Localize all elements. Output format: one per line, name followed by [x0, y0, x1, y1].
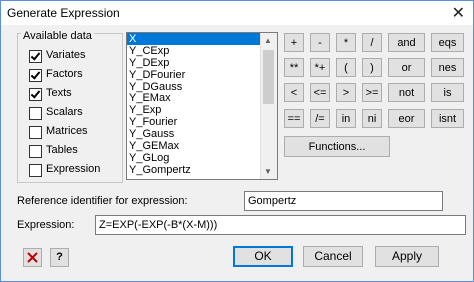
op-less-equal-button[interactable]: <= — [310, 83, 330, 102]
checkbox-label: Tables — [46, 144, 78, 156]
op-divide-button[interactable]: / — [362, 33, 382, 52]
scrollbar-thumb[interactable] — [263, 50, 274, 104]
expression-label: Expression: — [17, 219, 75, 231]
op-isnt-button[interactable]: isnt — [431, 109, 464, 128]
ok-button[interactable]: OK — [233, 246, 293, 267]
op-greater-button[interactable]: > — [336, 83, 356, 102]
reference-label: Reference identifier for expression: — [17, 195, 188, 207]
op-open-paren-button[interactable]: ( — [336, 58, 356, 77]
cancel-button[interactable]: Cancel — [303, 246, 363, 267]
op-multiply-button[interactable]: * — [336, 33, 356, 52]
op-nes-button[interactable]: nes — [431, 58, 464, 77]
scroll-down-icon[interactable]: ▼ — [264, 167, 272, 176]
list-item[interactable]: Y_GEMax — [127, 140, 260, 152]
title-bar: Generate Expression ✕ — [1, 1, 473, 25]
list-item[interactable]: Y_DFourier — [127, 69, 260, 81]
checkbox-label: Variates — [46, 49, 86, 61]
op-equal-button[interactable]: == — [284, 109, 304, 128]
list-item[interactable]: Y_CExp — [127, 45, 260, 57]
scroll-up-icon[interactable]: ▲ — [264, 36, 272, 45]
expression-input[interactable]: Z=EXP(-EXP(-B*(X-M))) — [95, 215, 466, 235]
close-icon[interactable]: ✕ — [452, 3, 465, 23]
checkbox-box[interactable] — [29, 107, 42, 120]
op-plus-button[interactable]: + — [284, 33, 304, 52]
list-item[interactable]: Y_Fourier — [127, 116, 260, 128]
checkbox-box[interactable] — [29, 126, 42, 139]
op-close-paren-button[interactable]: ) — [362, 58, 382, 77]
checkbox-label: Texts — [46, 87, 72, 99]
checkbox-box[interactable] — [29, 145, 42, 158]
list-item[interactable]: Y_DGauss — [127, 81, 260, 93]
op-power-button[interactable]: ** — [284, 58, 304, 77]
apply-button[interactable]: Apply — [375, 246, 439, 267]
list-item[interactable]: Y_Exp — [127, 104, 260, 116]
checkbox-box[interactable] — [29, 69, 42, 82]
data-listbox[interactable]: X Y_CExp Y_DExp Y_DFourier Y_DGauss Y_EM… — [126, 32, 278, 180]
vertical-scrollbar[interactable]: ▲ ▼ — [260, 33, 277, 179]
checkbox-label: Scalars — [46, 106, 83, 118]
available-data-legend: Available data — [21, 30, 94, 42]
op-in-button[interactable]: in — [336, 109, 356, 128]
help-button[interactable]: ? — [50, 248, 69, 267]
op-starplus-button[interactable]: *+ — [310, 58, 330, 77]
help-icon: ? — [56, 251, 63, 263]
op-not-button[interactable]: not — [388, 83, 425, 102]
op-eor-button[interactable]: eor — [388, 109, 425, 128]
checkbox-label: Expression — [46, 163, 101, 175]
list-item[interactable]: Y_EMax — [127, 92, 260, 105]
checkbox-box[interactable] — [29, 164, 42, 177]
list-item[interactable]: Y_GLog — [127, 152, 260, 164]
list-item[interactable]: Y_Gauss — [127, 128, 260, 140]
list-item[interactable]: Y_DExp — [127, 57, 260, 69]
op-greater-equal-button[interactable]: >= — [362, 83, 382, 102]
checkbox-label: Matrices — [46, 125, 88, 137]
clear-button[interactable] — [23, 248, 42, 267]
checkbox-label: Factors — [46, 68, 83, 80]
op-ni-button[interactable]: ni — [362, 109, 382, 128]
functions-button[interactable]: Functions... — [284, 136, 390, 157]
reference-input[interactable]: Gompertz — [244, 191, 443, 211]
op-and-button[interactable]: and — [388, 33, 425, 52]
window-title: Generate Expression — [7, 6, 120, 20]
op-eqs-button[interactable]: eqs — [431, 33, 464, 52]
checkbox-box[interactable] — [29, 50, 42, 63]
list-items: X Y_CExp Y_DExp Y_DFourier Y_DGauss Y_EM… — [127, 33, 260, 176]
list-item[interactable]: X — [127, 33, 260, 45]
op-less-button[interactable]: < — [284, 83, 304, 102]
op-minus-button[interactable]: - — [310, 33, 330, 52]
checkbox-box[interactable] — [29, 88, 42, 101]
op-or-button[interactable]: or — [388, 58, 425, 77]
list-item[interactable]: Y_Gompertz — [127, 164, 260, 176]
op-is-button[interactable]: is — [431, 83, 464, 102]
red-x-icon — [27, 252, 38, 263]
op-not-equal-button[interactable]: /= — [310, 109, 330, 128]
